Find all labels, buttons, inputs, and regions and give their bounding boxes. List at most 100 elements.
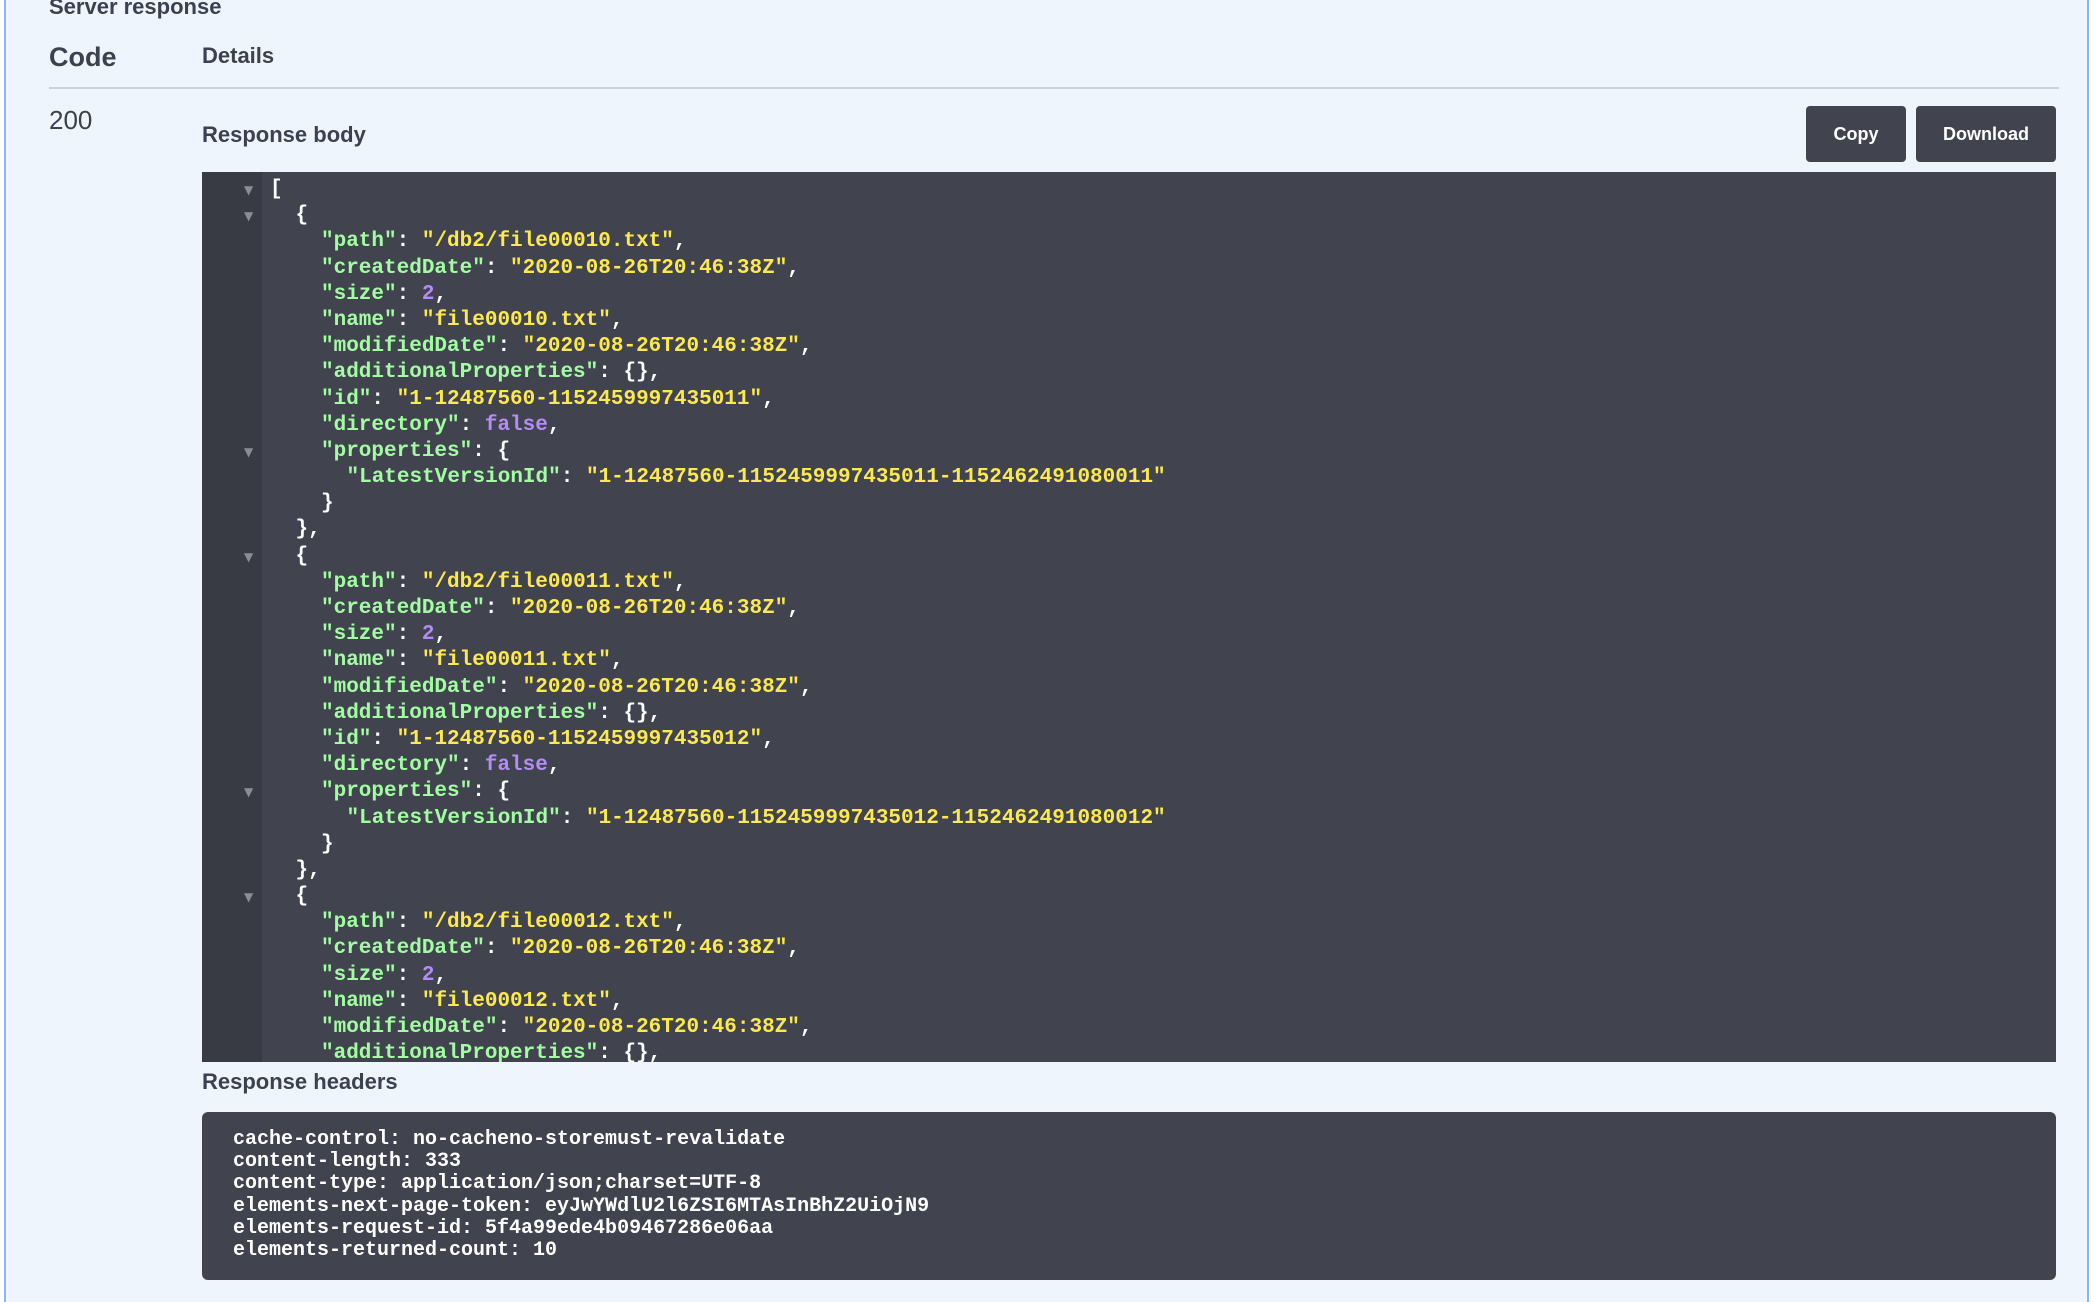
code-token: "additionalProperties" (321, 701, 599, 725)
code-line-text: "additionalProperties": {}, (321, 360, 661, 386)
code-token: "2020-08-26T20:46:38Z" (510, 256, 788, 280)
fold-toggle-icon[interactable]: ▼ (244, 884, 253, 910)
code-line: "name": "file00012.txt", (202, 989, 2056, 1015)
code-token: : (396, 230, 422, 254)
code-token: "path" (321, 230, 397, 254)
code-token: , (434, 623, 448, 647)
code-token: "modifiedDate" (321, 335, 498, 359)
code-line-text: "path": "/db2/file00012.txt", (321, 910, 687, 936)
code-token: }, (295, 518, 321, 542)
code-token: "path" (321, 911, 397, 935)
code-token: "size" (321, 282, 397, 306)
code-token: : (497, 1016, 523, 1039)
code-line-text: "modifiedDate": "2020-08-26T20:46:38Z", (321, 675, 813, 701)
code-line: "directory": false, (202, 753, 2056, 779)
code-token: , (673, 570, 687, 594)
response-body-code[interactable]: ▼[▼{"path": "/db2/file00010.txt", "create… (202, 172, 2056, 1062)
code-line-text: "name": "file00011.txt", (321, 648, 623, 674)
code-token: : {}, (598, 361, 662, 385)
code-line: "createdDate": "2020-08-26T20:46:38Z", (202, 596, 2056, 622)
code-line: "additionalProperties": {}, (202, 701, 2056, 727)
code-token: : { (472, 780, 511, 804)
fold-toggle-icon[interactable]: ▼ (244, 439, 253, 465)
code-line-text: } (321, 832, 334, 858)
code-line: } (202, 491, 2056, 517)
code-token: , (434, 963, 448, 987)
code-token: : (459, 754, 485, 778)
code-line: ▼{ (202, 544, 2056, 570)
code-token: , (673, 911, 687, 935)
code-line: "path": "/db2/file00011.txt", (202, 570, 2056, 596)
header-line: elements-request-id: 5f4a99ede4b09467286… (233, 1216, 774, 1240)
code-token: , (787, 597, 800, 620)
copy-button[interactable]: Copy (1806, 106, 1906, 162)
fold-toggle-icon[interactable]: ▼ (244, 779, 253, 805)
status-code: 200 (49, 105, 93, 135)
code-token: , (434, 282, 448, 306)
code-line: "size": 2, (202, 963, 2056, 989)
code-token: : {}, (598, 701, 662, 725)
code-line-text: "createdDate": "2020-08-26T20:46:38Z", (321, 256, 800, 282)
code-token: : (396, 570, 422, 594)
code-token: } (321, 492, 334, 516)
code-token: : (396, 649, 422, 673)
code-token: false (484, 413, 548, 437)
code-token: "path" (321, 570, 397, 594)
code-token: "2020-08-26T20:46:38Z" (522, 1016, 800, 1039)
code-token: { (295, 544, 309, 568)
code-line: ▼{ (202, 884, 2056, 910)
code-line: ▼[ (202, 177, 2056, 203)
code-token: , (610, 989, 624, 1013)
code-line: "modifiedDate": "2020-08-26T20:46:38Z", (202, 334, 2056, 360)
code-token: "/db2/file00010.txt" (421, 230, 674, 254)
code-token: , (787, 256, 800, 280)
code-token: , (799, 1016, 813, 1039)
code-token: , (799, 335, 813, 359)
code-line-text: { (296, 544, 309, 570)
code-line: "modifiedDate": "2020-08-26T20:46:38Z", (202, 675, 2056, 701)
code-line-text: }, (296, 858, 321, 884)
code-token: : (396, 963, 422, 987)
code-token: "additionalProperties" (321, 361, 599, 385)
code-line-text: }, (296, 517, 321, 543)
code-line: ▼ "properties": { (202, 779, 2056, 805)
code-token: : (396, 282, 422, 306)
code-token: , (787, 937, 800, 961)
code-token: : (560, 806, 586, 830)
code-line-text: "properties": { (321, 439, 510, 465)
code-line: "additionalProperties": {}, (202, 1041, 2056, 1062)
code-token: , (799, 675, 813, 699)
code-line-text: "name": "file00012.txt", (321, 989, 623, 1015)
fold-toggle-icon[interactable]: ▼ (244, 177, 253, 203)
code-token: "properties" (321, 780, 473, 804)
code-token: { (295, 204, 309, 228)
section-title: Server response (49, 0, 222, 19)
response-headers-label: Response headers (202, 1069, 398, 1094)
code-column-header: Code (49, 42, 117, 72)
code-token: "name" (321, 649, 397, 673)
response-headers-code[interactable]: cache-control: no-cacheno-storemust-reva… (202, 1112, 2056, 1280)
code-line: "createdDate": "2020-08-26T20:46:38Z", (202, 936, 2056, 962)
code-token: "name" (321, 989, 397, 1013)
code-token: : (484, 256, 511, 280)
code-line-text: "size": 2, (321, 282, 447, 308)
code-line-text: "name": "file00010.txt", (321, 308, 623, 334)
code-token: , (673, 230, 687, 254)
code-token: }, (295, 858, 321, 882)
code-token: , (610, 649, 624, 673)
code-token: "file00010.txt" (421, 308, 611, 332)
download-button[interactable]: Download (1916, 106, 2056, 162)
code-line: } (202, 832, 2056, 858)
code-line-text: { (296, 203, 309, 229)
fold-toggle-icon[interactable]: ▼ (244, 203, 253, 229)
code-line-text: "properties": { (321, 779, 510, 805)
code-token: : (396, 308, 422, 332)
code-token: [ (270, 178, 283, 201)
code-token: "id" (321, 387, 372, 411)
code-token: "name" (321, 308, 397, 332)
fold-toggle-icon[interactable]: ▼ (244, 544, 253, 570)
code-token: 2 (421, 623, 435, 647)
code-line: }, (202, 517, 2056, 543)
code-token: "2020-08-26T20:46:38Z" (510, 937, 788, 961)
code-line-text: } (321, 491, 334, 517)
